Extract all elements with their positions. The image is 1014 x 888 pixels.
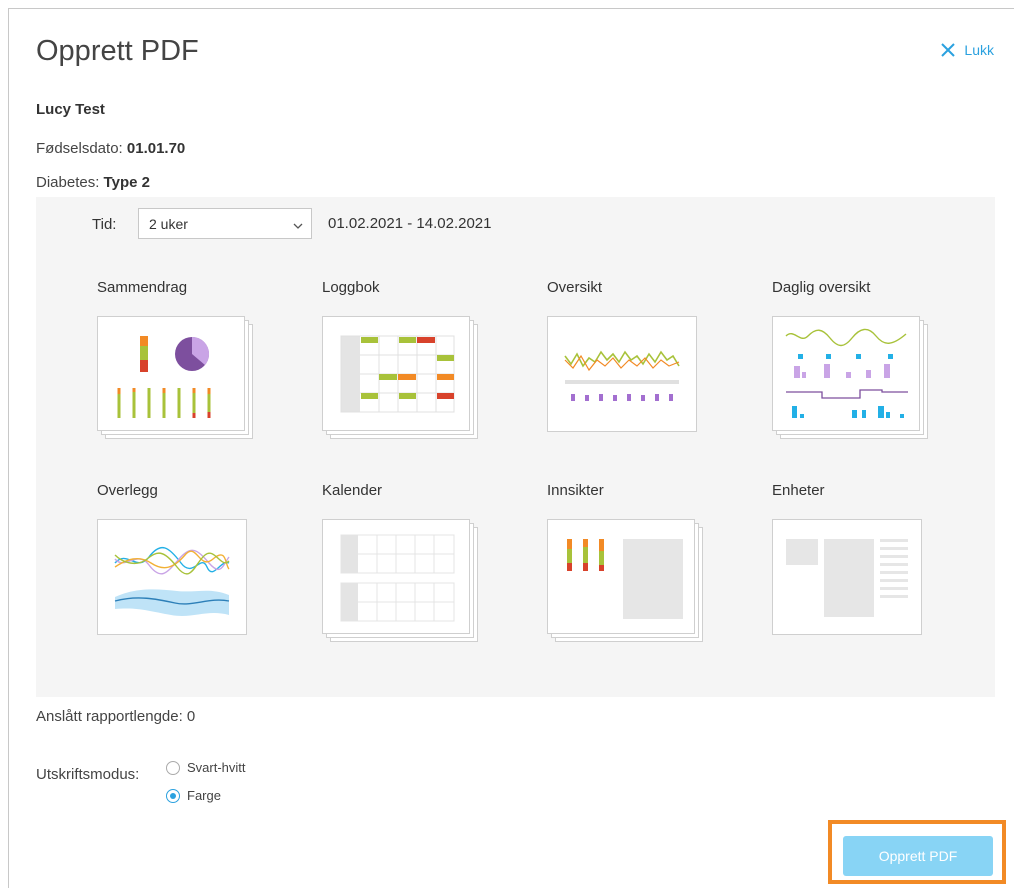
daily-overview-report-icon[interactable]	[772, 316, 932, 442]
report-card-summary[interactable]: Sammendrag	[97, 279, 317, 442]
radio-black-white-control[interactable]	[166, 760, 180, 775]
close-button[interactable]: Lukk	[940, 42, 994, 58]
close-icon	[940, 42, 956, 58]
diabetes-label: Diabetes:	[36, 174, 100, 191]
overview-report-icon[interactable]	[547, 316, 707, 442]
dob-label: Fødselsdato:	[36, 140, 123, 157]
report-card-devices[interactable]: Enheter	[772, 482, 992, 645]
dob-value: 01.01.70	[126, 140, 186, 157]
report-selection-panel: Tid: 2 uker 01.02.2021 - 14.02.2021 Samm…	[36, 197, 995, 697]
report-label: Oversikt	[547, 279, 603, 296]
report-label: Sammendrag	[97, 279, 188, 296]
dialog-title: Opprett PDF	[36, 35, 199, 67]
summary-report-icon[interactable]	[97, 316, 257, 442]
radio-black-white-label: Svart-hvitt	[187, 760, 246, 775]
report-label: Innsikter	[547, 482, 604, 499]
print-mode-label: Utskriftsmodus:	[36, 766, 140, 783]
chevron-down-icon	[293, 216, 303, 235]
diabetes-value: Type 2	[103, 174, 150, 191]
report-label: Daglig oversikt	[772, 279, 871, 296]
report-label: Loggbok	[322, 279, 380, 296]
report-card-daily-overview[interactable]: Daglig oversikt	[772, 279, 992, 442]
diabetes-row: Diabetes: Type 2	[36, 174, 150, 191]
report-length-estimate: Anslått rapportlengde: 0	[36, 708, 196, 725]
radio-color-control[interactable]	[166, 788, 180, 803]
radio-color[interactable]: Farge	[166, 788, 221, 803]
date-range: 01.02.2021 - 14.02.2021	[328, 215, 492, 232]
logbook-report-icon[interactable]	[322, 316, 482, 442]
radio-color-label: Farge	[187, 788, 221, 803]
report-card-overview[interactable]: Oversikt	[547, 279, 767, 442]
close-label: Lukk	[964, 42, 994, 58]
period-label: Tid:	[92, 216, 117, 233]
report-label: Kalender	[322, 482, 383, 499]
report-card-overlay[interactable]: Overlegg	[97, 482, 317, 645]
create-pdf-button[interactable]: Opprett PDF	[843, 836, 993, 876]
insights-report-icon[interactable]	[547, 519, 707, 645]
overlay-report-icon[interactable]	[97, 519, 257, 645]
radio-black-white[interactable]: Svart-hvitt	[166, 760, 246, 775]
report-label: Overlegg	[97, 482, 158, 499]
report-label: Enheter	[772, 482, 825, 499]
report-card-logbook[interactable]: Loggbok	[322, 279, 542, 442]
create-pdf-dialog: Opprett PDF Lukk Lucy Test Fødselsdato: …	[8, 8, 1014, 888]
devices-report-icon[interactable]	[772, 519, 932, 645]
patient-name: Lucy Test	[36, 101, 105, 118]
period-select-value: 2 uker	[149, 216, 188, 232]
dob-row: Fødselsdato: 01.01.70	[36, 140, 185, 157]
report-card-calendar[interactable]: Kalender	[322, 482, 542, 645]
calendar-report-icon[interactable]	[322, 519, 482, 645]
report-card-insights[interactable]: Innsikter	[547, 482, 767, 645]
period-select[interactable]: 2 uker	[138, 208, 312, 239]
